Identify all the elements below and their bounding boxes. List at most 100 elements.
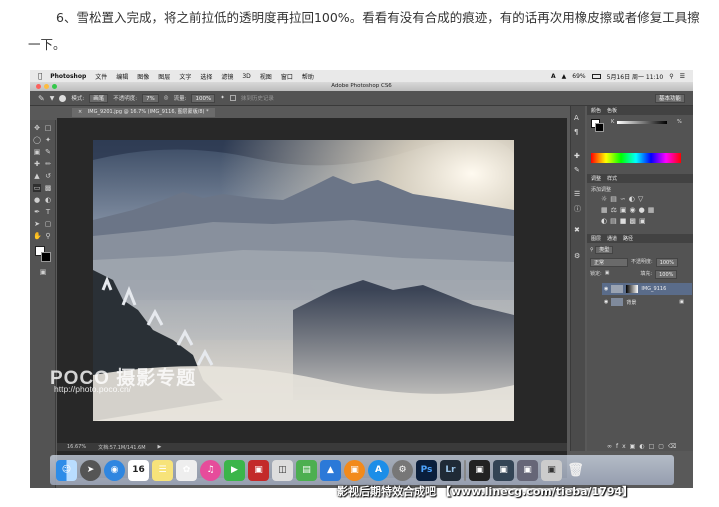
trash-icon[interactable]: 🗑: [565, 460, 586, 481]
quick-mask-icon[interactable]: ▣: [39, 268, 47, 276]
apple-icon[interactable]: : [38, 72, 42, 80]
layer-opacity-input[interactable]: 100%: [655, 258, 678, 267]
system-preferences-icon[interactable]: ⚙: [392, 459, 413, 481]
zoom-tool-icon[interactable]: ⚲: [44, 232, 52, 240]
photo-filter-icon[interactable]: ◉: [630, 206, 639, 214]
vibrance-icon[interactable]: ▽: [638, 195, 646, 203]
tool-presets-icon[interactable]: ✚: [574, 152, 580, 160]
gradient-map-icon[interactable]: ▩: [629, 217, 639, 225]
filter-search-icon[interactable]: ⚲: [590, 247, 594, 253]
lightroom-dock-icon[interactable]: Lr: [440, 459, 461, 481]
app-store-icon[interactable]: A: [368, 459, 389, 481]
flow-input[interactable]: 100%: [191, 93, 216, 103]
fill-input[interactable]: 100%: [655, 270, 678, 279]
brush-size-icon[interactable]: [59, 94, 67, 102]
close-tab-icon[interactable]: ×: [78, 109, 82, 115]
tab-paths[interactable]: 路径: [623, 235, 633, 242]
layer-thumbnail[interactable]: [611, 285, 624, 293]
brightness-icon[interactable]: ☼: [601, 195, 610, 203]
preview-icon[interactable]: ◫: [272, 459, 293, 481]
delete-layer-icon[interactable]: ⌫: [668, 443, 680, 450]
exposure-icon[interactable]: ◐: [629, 195, 638, 203]
hue-icon[interactable]: ▦: [601, 206, 611, 214]
k-value[interactable]: %: [677, 119, 682, 125]
layer-name[interactable]: 背景: [626, 299, 636, 306]
tab-layers[interactable]: 图层: [591, 235, 601, 242]
invert-icon[interactable]: ◐: [601, 217, 610, 225]
safari-icon[interactable]: ◉: [104, 459, 125, 481]
layer-row[interactable]: ◉ IMG_9116: [602, 283, 692, 295]
tab-styles[interactable]: 样式: [607, 175, 617, 182]
ibooks-icon[interactable]: ▣: [344, 459, 365, 481]
erase-history-checkbox[interactable]: [229, 95, 236, 101]
menu-list-icon[interactable]: ☰: [680, 73, 685, 80]
new-layer-icon[interactable]: ▢: [658, 443, 668, 450]
airbrush-icon[interactable]: ✦: [220, 95, 225, 101]
eyedropper-tool-icon[interactable]: ✎: [44, 148, 52, 156]
layer-name[interactable]: IMG_9116: [641, 286, 666, 292]
screenshot-thumb-icon[interactable]: ▣: [469, 459, 490, 481]
menu-filter[interactable]: 滤镜: [221, 72, 233, 81]
history-panel-icon[interactable]: ☰: [574, 190, 580, 198]
menu-app-name[interactable]: Photoshop: [50, 73, 86, 80]
menu-type[interactable]: 文字: [179, 72, 191, 81]
color-spectrum[interactable]: [591, 153, 681, 163]
quick-select-tool-icon[interactable]: ✦: [44, 136, 52, 144]
channel-mixer-icon[interactable]: ●: [639, 206, 648, 214]
screenshot-thumb-icon[interactable]: ▣: [493, 459, 514, 481]
blend-mode-select[interactable]: 正常: [590, 258, 628, 267]
tab-swatches[interactable]: 色板: [607, 107, 617, 114]
tab-color[interactable]: 颜色: [591, 107, 601, 114]
brush-preset-picker[interactable]: ▼: [50, 95, 55, 102]
history-brush-tool-icon[interactable]: ↺: [44, 172, 52, 180]
status-arrow-icon[interactable]: ▶: [158, 444, 162, 450]
workspace-select[interactable]: 基本功能: [654, 94, 685, 103]
brush-panel-icon[interactable]: ✎: [574, 166, 580, 174]
photo-booth-icon[interactable]: ▣: [248, 459, 269, 481]
layer-mask-thumbnail[interactable]: [626, 285, 639, 293]
minimize-window-button[interactable]: [44, 84, 49, 89]
type-tool-icon[interactable]: T: [44, 208, 52, 216]
move-tool-icon[interactable]: ✥: [33, 124, 41, 132]
document-tab[interactable]: × IMG_9201.jpg @ 16.7% (IMG_9116, 图层蒙版/8…: [72, 108, 215, 117]
zoom-level[interactable]: 16.67%: [67, 444, 86, 450]
facetime-icon[interactable]: ▶: [224, 459, 245, 481]
layer-row[interactable]: ◉ 背景 ▣: [602, 296, 692, 308]
add-mask-icon[interactable]: ▣: [630, 443, 640, 450]
bw-icon[interactable]: ▣: [620, 206, 630, 214]
canvas-area[interactable]: [57, 118, 567, 478]
blur-tool-icon[interactable]: ●: [33, 196, 41, 204]
close-window-button[interactable]: [36, 84, 41, 89]
background-color-swatch[interactable]: [41, 252, 51, 262]
navigator-panel-icon[interactable]: ✖: [574, 226, 580, 234]
wifi-icon[interactable]: ▲: [562, 73, 567, 80]
menu-3d[interactable]: 3D: [242, 73, 250, 80]
menu-image[interactable]: 图像: [137, 72, 149, 81]
fx-icon[interactable]: fx: [616, 443, 630, 450]
battery-icon[interactable]: [591, 73, 601, 79]
brush-tool-icon[interactable]: ✏: [44, 160, 52, 168]
zoom-window-button[interactable]: [52, 84, 57, 89]
screenshot-thumb-icon[interactable]: ▣: [517, 459, 538, 481]
tab-channels[interactable]: 通道: [607, 235, 617, 242]
character-panel-icon[interactable]: A: [574, 114, 579, 122]
settings-panel-icon[interactable]: ⚙: [574, 252, 580, 260]
eye-icon[interactable]: ◉: [604, 299, 608, 305]
marquee-tool-icon[interactable]: □: [44, 124, 52, 132]
keynote-icon[interactable]: ▲: [320, 459, 341, 481]
notes-icon[interactable]: ☰: [152, 459, 173, 481]
document-size[interactable]: 文档:57.1M/141.6M: [98, 444, 145, 451]
group-icon[interactable]: □: [649, 443, 659, 450]
menu-window[interactable]: 窗口: [281, 72, 293, 81]
info-panel-icon[interactable]: ⓘ: [574, 204, 581, 214]
menu-select[interactable]: 选择: [200, 72, 212, 81]
selective-color-icon[interactable]: ▣: [639, 217, 649, 225]
search-icon[interactable]: ⚲: [669, 73, 673, 80]
pen-tool-icon[interactable]: ✒: [33, 208, 41, 216]
adobe-icon[interactable]: A: [551, 73, 556, 80]
menu-file[interactable]: 文件: [95, 72, 107, 81]
eraser-tool-icon[interactable]: ▭: [33, 184, 41, 192]
layer-kind-select[interactable]: 类型: [595, 246, 614, 254]
menu-view[interactable]: 视图: [260, 72, 272, 81]
k-slider[interactable]: [617, 121, 667, 124]
